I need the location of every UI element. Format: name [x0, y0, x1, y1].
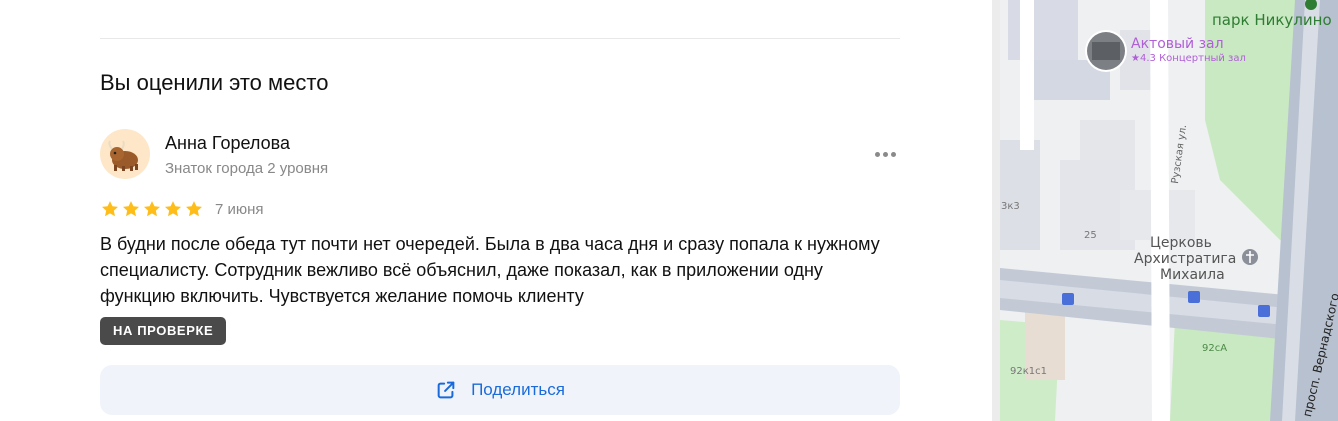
road [1020, 0, 1034, 150]
poi-category: Концертный зал [1159, 53, 1246, 64]
star-icon [123, 201, 139, 217]
review-text: В будни после обеда тут почти нет очеред… [100, 234, 880, 306]
house-number: 92сА [1202, 343, 1228, 354]
more-dots-icon [874, 151, 880, 157]
poi-rating-category: ★4.3 Концертный зал [1131, 53, 1246, 64]
star-icon [165, 201, 181, 217]
star-icon [102, 201, 118, 217]
rating-stars [100, 199, 204, 219]
building [1080, 120, 1135, 160]
poi-rating: ★4.3 [1131, 53, 1156, 64]
status-badge: НА ПРОВЕРКЕ [100, 317, 227, 345]
house-number: 25 [1084, 230, 1097, 241]
star-icon [186, 201, 202, 217]
church-line: Архистратига [1134, 251, 1237, 267]
section-title: Вы оценили это место [100, 70, 329, 95]
author-name[interactable]: Анна Горелова [165, 133, 290, 154]
park-label[interactable]: парк Никулино [1212, 11, 1332, 29]
transit-stop-icon [1062, 293, 1074, 305]
bull-avatar-icon [108, 140, 138, 171]
transit-stop-icon [1188, 291, 1200, 303]
share-button[interactable]: Поделиться [100, 365, 900, 415]
more-dot [890, 151, 896, 157]
more-dot [882, 151, 888, 157]
divider [100, 38, 900, 39]
star-icon [144, 201, 160, 217]
more-options-button[interactable] [868, 142, 902, 166]
map-view[interactable]: парк Никулино Актовый зал ★4.3 Концертны… [1000, 0, 1338, 421]
church-line: Михаила [1160, 267, 1225, 283]
panel-separator [992, 0, 1000, 421]
review-date: 7 июня [215, 201, 264, 218]
avatar[interactable] [100, 129, 150, 179]
transit-stop-icon [1258, 305, 1270, 317]
house-number: 3к3 [1001, 201, 1020, 212]
author-level: Знаток города 2 уровня [165, 160, 329, 177]
church-line: Церковь [1150, 235, 1212, 251]
share-label: Поделиться [471, 380, 565, 399]
poi-photo-detail [1092, 42, 1120, 60]
building [1000, 140, 1040, 250]
external-link-icon [437, 381, 455, 399]
building [1008, 0, 1078, 60]
church-label[interactable]: Церковь [1150, 235, 1212, 251]
review-panel: Вы оценили это место Анна Горелова Знато… [0, 0, 992, 421]
poi-name[interactable]: Актовый зал [1131, 36, 1224, 52]
house-number: 92к1с1 [1010, 366, 1047, 377]
